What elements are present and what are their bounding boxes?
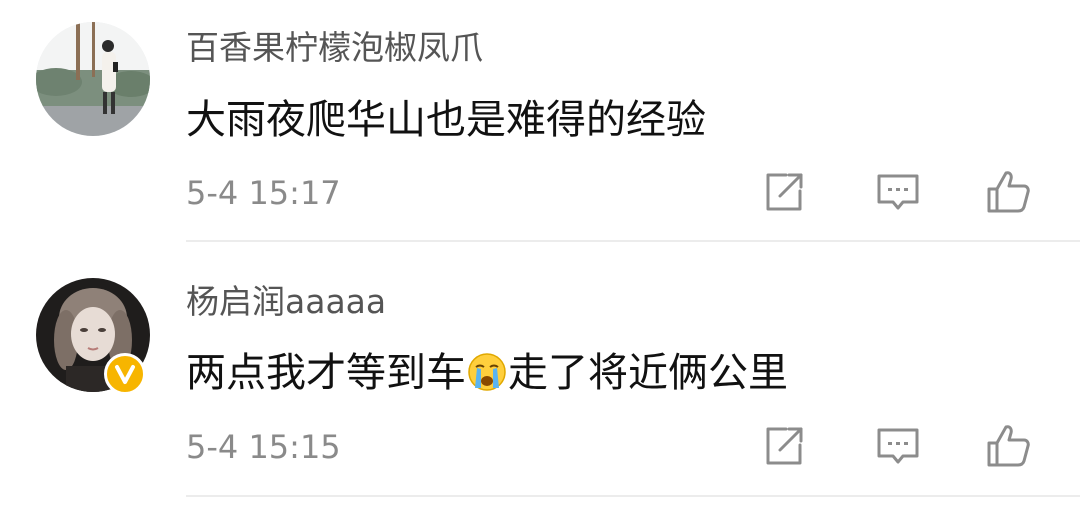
- username[interactable]: 杨启润aaaaa: [186, 282, 386, 322]
- divider: [186, 240, 1080, 242]
- share-icon[interactable]: [760, 422, 808, 470]
- username[interactable]: 百香果柠檬泡椒凤爪: [186, 28, 483, 68]
- like-icon[interactable]: [984, 168, 1032, 216]
- avatar[interactable]: [36, 22, 150, 136]
- verified-badge-icon: [104, 353, 146, 395]
- comment-list: 百香果柠檬泡椒凤爪 大雨夜爬华山也是难得的经验 5-4 15:17 杨启润aaa…: [0, 0, 1080, 516]
- like-icon[interactable]: [984, 422, 1032, 470]
- comment-item: 百香果柠檬泡椒凤爪 大雨夜爬华山也是难得的经验 5-4 15:17: [0, 0, 1080, 250]
- divider: [186, 495, 1080, 497]
- crying-face-icon: [467, 352, 507, 392]
- avatar-photo: [36, 22, 150, 136]
- comment-text-part: 两点我才等到车: [186, 350, 466, 396]
- comment-text: 大雨夜爬华山也是难得的经验: [186, 97, 706, 143]
- share-icon[interactable]: [760, 168, 808, 216]
- comment-text: 两点我才等到车 走了将近俩公里: [186, 348, 788, 398]
- reply-icon[interactable]: [874, 422, 922, 470]
- comment-item: 杨启润aaaaa 两点我才等到车 走了将近俩公里 5-4 15:15: [0, 255, 1080, 505]
- comment-text-part: 走了将近俩公里: [508, 350, 788, 396]
- timestamp: 5-4 15:15: [186, 428, 341, 466]
- reply-icon[interactable]: [874, 168, 922, 216]
- timestamp: 5-4 15:17: [186, 174, 341, 212]
